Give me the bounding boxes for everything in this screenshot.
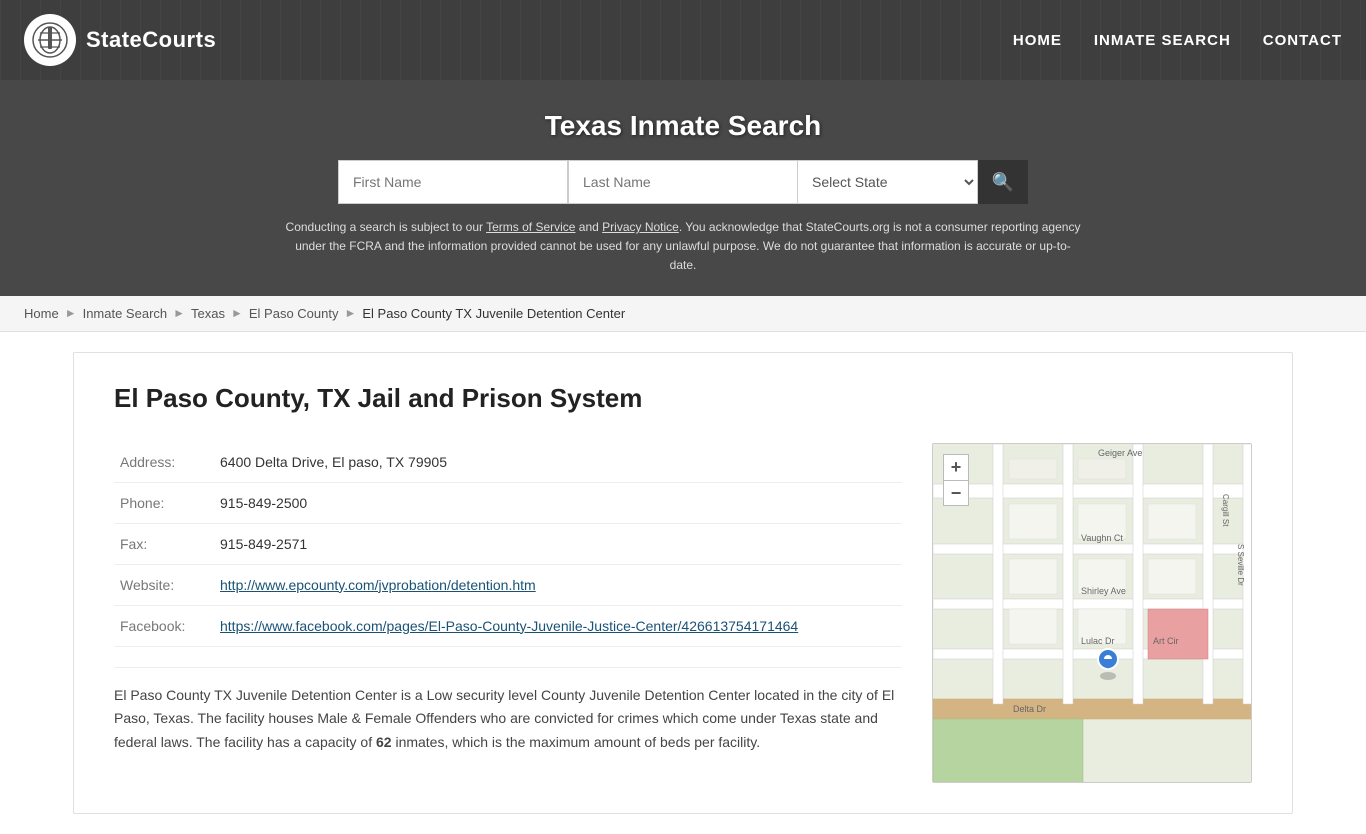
svg-text:Shirley Ave: Shirley Ave [1081,586,1126,596]
main-container: El Paso County, TX Jail and Prison Syste… [53,332,1313,834]
facebook-label: Facebook: [114,605,214,646]
breadcrumb-home[interactable]: Home [24,306,59,321]
phone-label: Phone: [114,482,214,523]
svg-text:Art Cir: Art Cir [1153,636,1179,646]
hero-section: Texas Inmate Search Select State Alabama… [0,80,1366,296]
breadcrumb-sep-2: ► [173,306,185,320]
nav-inmate-search[interactable]: INMATE SEARCH [1094,32,1231,49]
breadcrumb: Home ► Inmate Search ► Texas ► El Paso C… [0,296,1366,332]
breadcrumb-sep-3: ► [231,306,243,320]
info-table: Address: 6400 Delta Drive, El paso, TX 7… [114,442,902,647]
svg-text:Geiger Ave: Geiger Ave [1098,448,1142,458]
logo-area: StateCourts [24,14,216,66]
website-link[interactable]: http://www.epcounty.com/jvprobation/dete… [220,577,536,593]
capacity-value: 62 [376,734,392,750]
website-value: http://www.epcounty.com/jvprobation/dete… [214,564,902,605]
map-svg: Geiger Ave Cargill St Vaughn Ct Shirley … [933,444,1252,783]
svg-text:Cargill St: Cargill St [1221,494,1230,527]
facility-title: El Paso County, TX Jail and Prison Syste… [114,383,902,414]
logo-icon [24,14,76,66]
description-after: inmates, which is the maximum amount of … [392,734,761,750]
map-zoom-out[interactable]: − [943,480,969,506]
address-row: Address: 6400 Delta Drive, El paso, TX 7… [114,442,902,483]
page-title: Texas Inmate Search [20,110,1346,142]
content-left: El Paso County, TX Jail and Prison Syste… [114,383,902,783]
svg-text:Vaughn Ct: Vaughn Ct [1081,533,1123,543]
svg-text:Delta Dr: Delta Dr [1013,704,1046,714]
terms-link[interactable]: Terms of Service [486,220,575,234]
nav-contact[interactable]: CONTACT [1263,32,1342,49]
breadcrumb-county[interactable]: El Paso County [249,306,339,321]
main-nav: HOME INMATE SEARCH CONTACT [1013,32,1342,49]
facebook-value: https://www.facebook.com/pages/El-Paso-C… [214,605,902,646]
disclaimer-text: Conducting a search is subject to our Te… [283,218,1083,276]
address-label: Address: [114,442,214,483]
fax-label: Fax: [114,523,214,564]
logo-text: StateCourts [86,27,216,53]
search-button[interactable]: 🔍 [978,160,1028,204]
search-bar: Select State AlabamaAlaskaArizonaArkansa… [20,160,1346,204]
map-area: + − [932,443,1252,783]
fax-row: Fax: 915-849-2571 [114,523,902,564]
map-zoom-in[interactable]: + [943,454,969,480]
facebook-link[interactable]: https://www.facebook.com/pages/El-Paso-C… [220,618,798,634]
phone-value: 915-849-2500 [214,482,902,523]
svg-text:Lulac Dr: Lulac Dr [1081,636,1115,646]
breadcrumb-sep-1: ► [65,306,77,320]
breadcrumb-inmate-search[interactable]: Inmate Search [83,306,168,321]
breadcrumb-sep-4: ► [344,306,356,320]
map-zoom-controls: + − [943,454,969,506]
first-name-input[interactable] [338,160,568,204]
site-header: StateCourts HOME INMATE SEARCH CONTACT [0,0,1366,80]
website-label: Website: [114,564,214,605]
address-value: 6400 Delta Drive, El paso, TX 79905 [214,442,902,483]
svg-text:S Seville Dr: S Seville Dr [1236,544,1245,586]
search-icon: 🔍 [992,172,1014,193]
breadcrumb-current: El Paso County TX Juvenile Detention Cen… [362,306,625,321]
facility-description: El Paso County TX Juvenile Detention Cen… [114,667,902,755]
last-name-input[interactable] [568,160,798,204]
website-row: Website: http://www.epcounty.com/jvproba… [114,564,902,605]
disclaimer-before: Conducting a search is subject to our [286,220,487,234]
facebook-row: Facebook: https://www.facebook.com/pages… [114,605,902,646]
privacy-link[interactable]: Privacy Notice [602,220,679,234]
fax-value: 915-849-2571 [214,523,902,564]
content-card: El Paso County, TX Jail and Prison Syste… [73,352,1293,814]
phone-row: Phone: 915-849-2500 [114,482,902,523]
breadcrumb-state[interactable]: Texas [191,306,225,321]
nav-home[interactable]: HOME [1013,32,1062,49]
state-select[interactable]: Select State AlabamaAlaskaArizonaArkansa… [798,160,978,204]
disclaimer-and: and [575,220,602,234]
